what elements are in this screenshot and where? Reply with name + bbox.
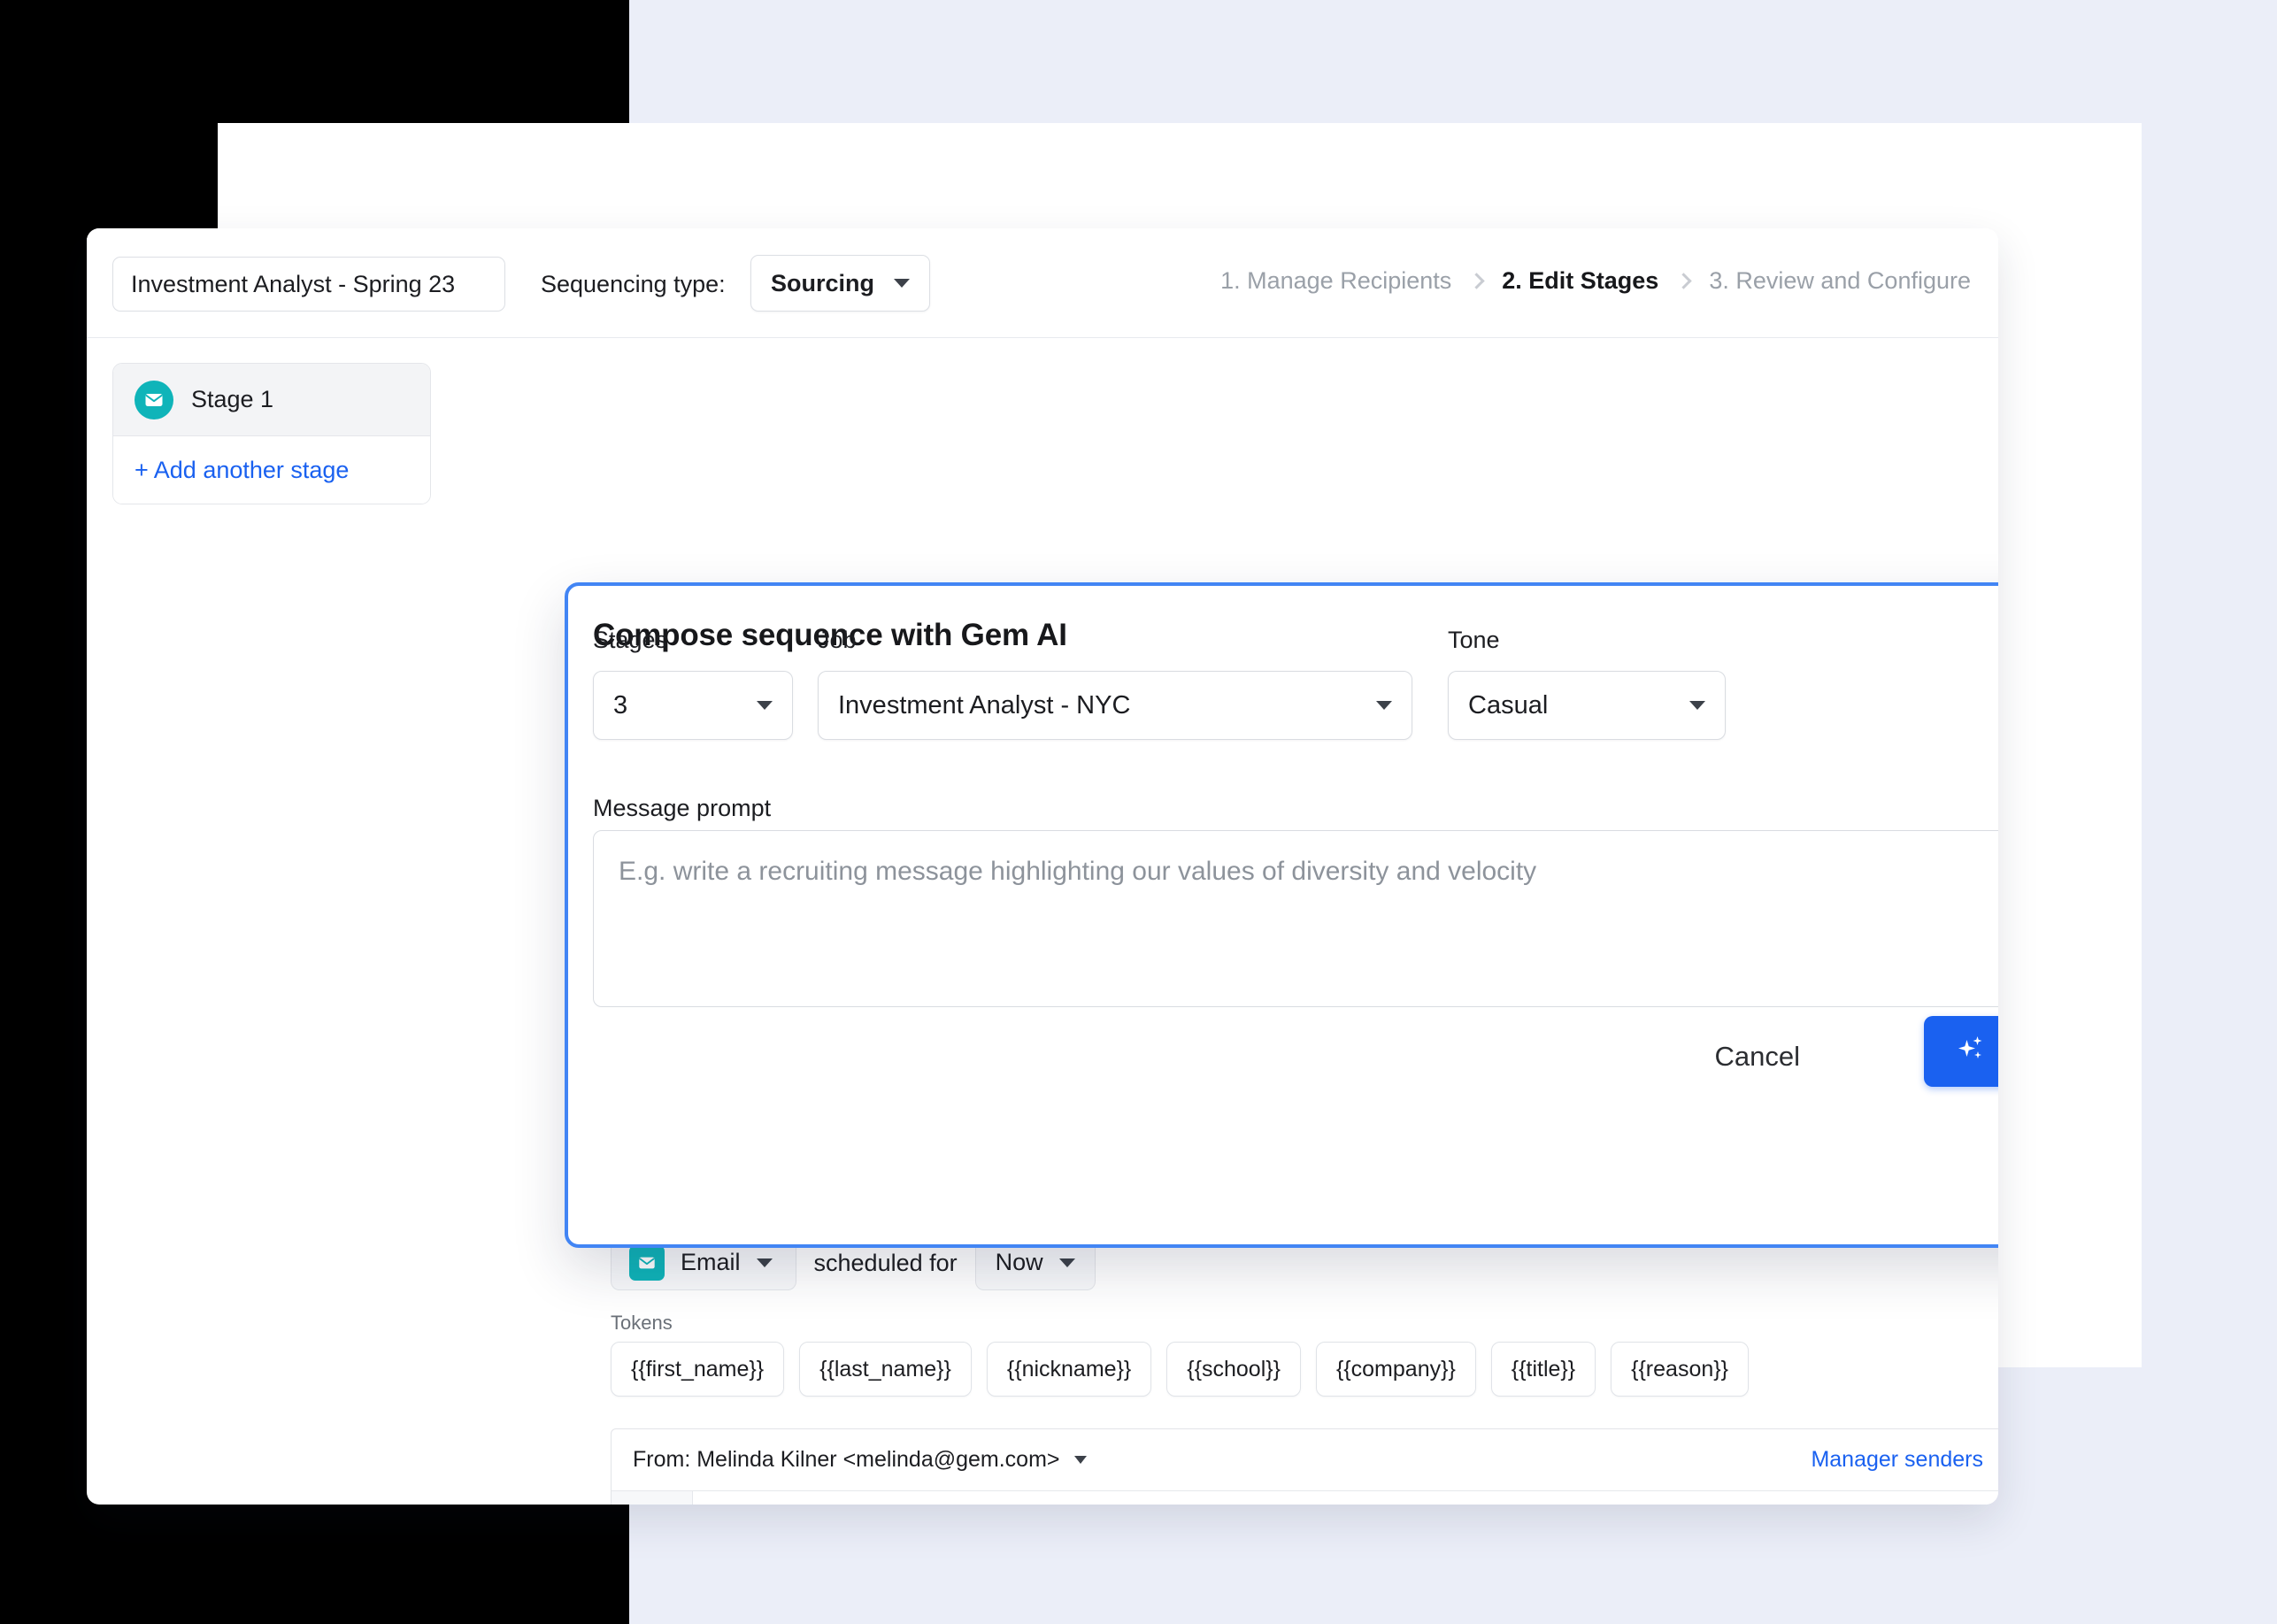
cc-input[interactable]: Cc [693, 1491, 1998, 1505]
email-card: From: Melinda Kilner <melinda@gem.com> M… [611, 1428, 1998, 1505]
job-value: Investment Analyst - NYC [838, 691, 1130, 720]
add-another-stage-button[interactable]: + Add another stage [113, 436, 430, 504]
token-chip[interactable]: {{last_name}} [799, 1342, 972, 1397]
breadcrumb: 1. Manage Recipients 2. Edit Stages 3. R… [1220, 267, 1971, 295]
top-bar: Sequencing type: Sourcing 1. Manage Reci… [87, 228, 1998, 338]
sequencing-type-label: Sequencing type: [541, 271, 726, 298]
token-chip[interactable]: {{nickname}} [987, 1342, 1151, 1397]
breadcrumb-step-1[interactable]: 1. Manage Recipients [1220, 267, 1451, 295]
chevron-down-icon [1059, 1258, 1075, 1267]
compose-with-gem-ai-modal: Compose sequence with Gem AI Stages 3 Jo… [565, 582, 1998, 1248]
stages-label: Stages [593, 627, 667, 654]
sidebar-item-label: Stage 1 [191, 386, 273, 413]
job-select[interactable]: Investment Analyst - NYC [818, 671, 1412, 740]
scheduled-for-label: scheduled for [814, 1250, 958, 1277]
chevron-right-icon [1676, 273, 1692, 289]
stages-select[interactable]: 3 [593, 671, 793, 740]
message-prompt-label: Message prompt [593, 795, 771, 822]
breadcrumb-step-2[interactable]: 2. Edit Stages [1502, 267, 1658, 295]
stages-value: 3 [613, 691, 627, 720]
tokens-row: {{first_name}} {{last_name}} {{nickname}… [611, 1342, 1749, 1397]
token-chip[interactable]: {{school}} [1166, 1342, 1301, 1397]
token-chip[interactable]: {{first_name}} [611, 1342, 784, 1397]
sparkle-icon [1956, 1033, 1986, 1070]
app-window: Sequencing type: Sourcing 1. Manage Reci… [87, 228, 1998, 1505]
token-chip[interactable]: {{reason}} [1611, 1342, 1749, 1397]
sequencing-type-value: Sourcing [771, 270, 874, 297]
envelope-icon [135, 381, 173, 419]
stage-rail: Stage 1 + Add another stage [112, 363, 431, 504]
envelope-icon [629, 1245, 665, 1281]
sidebar-item-stage-1[interactable]: Stage 1 [113, 364, 430, 436]
from-value: From: Melinda Kilner <melinda@gem.com> [633, 1447, 1060, 1473]
job-label: Job [818, 627, 857, 654]
tone-select[interactable]: Casual [1448, 671, 1726, 740]
channel-value: Email [681, 1249, 741, 1276]
from-row: From: Melinda Kilner <melinda@gem.com> M… [612, 1429, 1998, 1491]
chevron-down-icon [757, 701, 773, 710]
token-chip[interactable]: {{company}} [1316, 1342, 1476, 1397]
sequencing-type-select[interactable]: Sourcing [750, 255, 930, 312]
cancel-button[interactable]: Cancel [1706, 1028, 1810, 1085]
breadcrumb-step-3[interactable]: 3. Review and Configure [1709, 267, 1971, 295]
generate-button[interactable]: Generate [1924, 1016, 1998, 1087]
chevron-down-icon [1376, 701, 1392, 710]
tone-value: Casual [1468, 691, 1548, 720]
cc-row: Cc: Cc [612, 1491, 1998, 1505]
tone-label: Tone [1448, 627, 1500, 654]
chevron-down-icon [894, 279, 910, 288]
cc-label: Cc: [612, 1491, 693, 1505]
tokens-label: Tokens [611, 1312, 673, 1335]
screenshot-root: Sequencing type: Sourcing 1. Manage Reci… [0, 0, 2277, 1624]
chevron-down-icon [1689, 701, 1705, 710]
schedule-value: Now [996, 1249, 1043, 1276]
chevron-down-icon[interactable] [1074, 1456, 1087, 1464]
campaign-name-input[interactable] [112, 257, 505, 312]
chevron-right-icon [1469, 273, 1485, 289]
manager-senders-link[interactable]: Manager senders [1811, 1447, 1983, 1473]
message-prompt-textarea[interactable] [593, 830, 1998, 1007]
token-chip[interactable]: {{title}} [1491, 1342, 1596, 1397]
chevron-down-icon [757, 1258, 773, 1267]
